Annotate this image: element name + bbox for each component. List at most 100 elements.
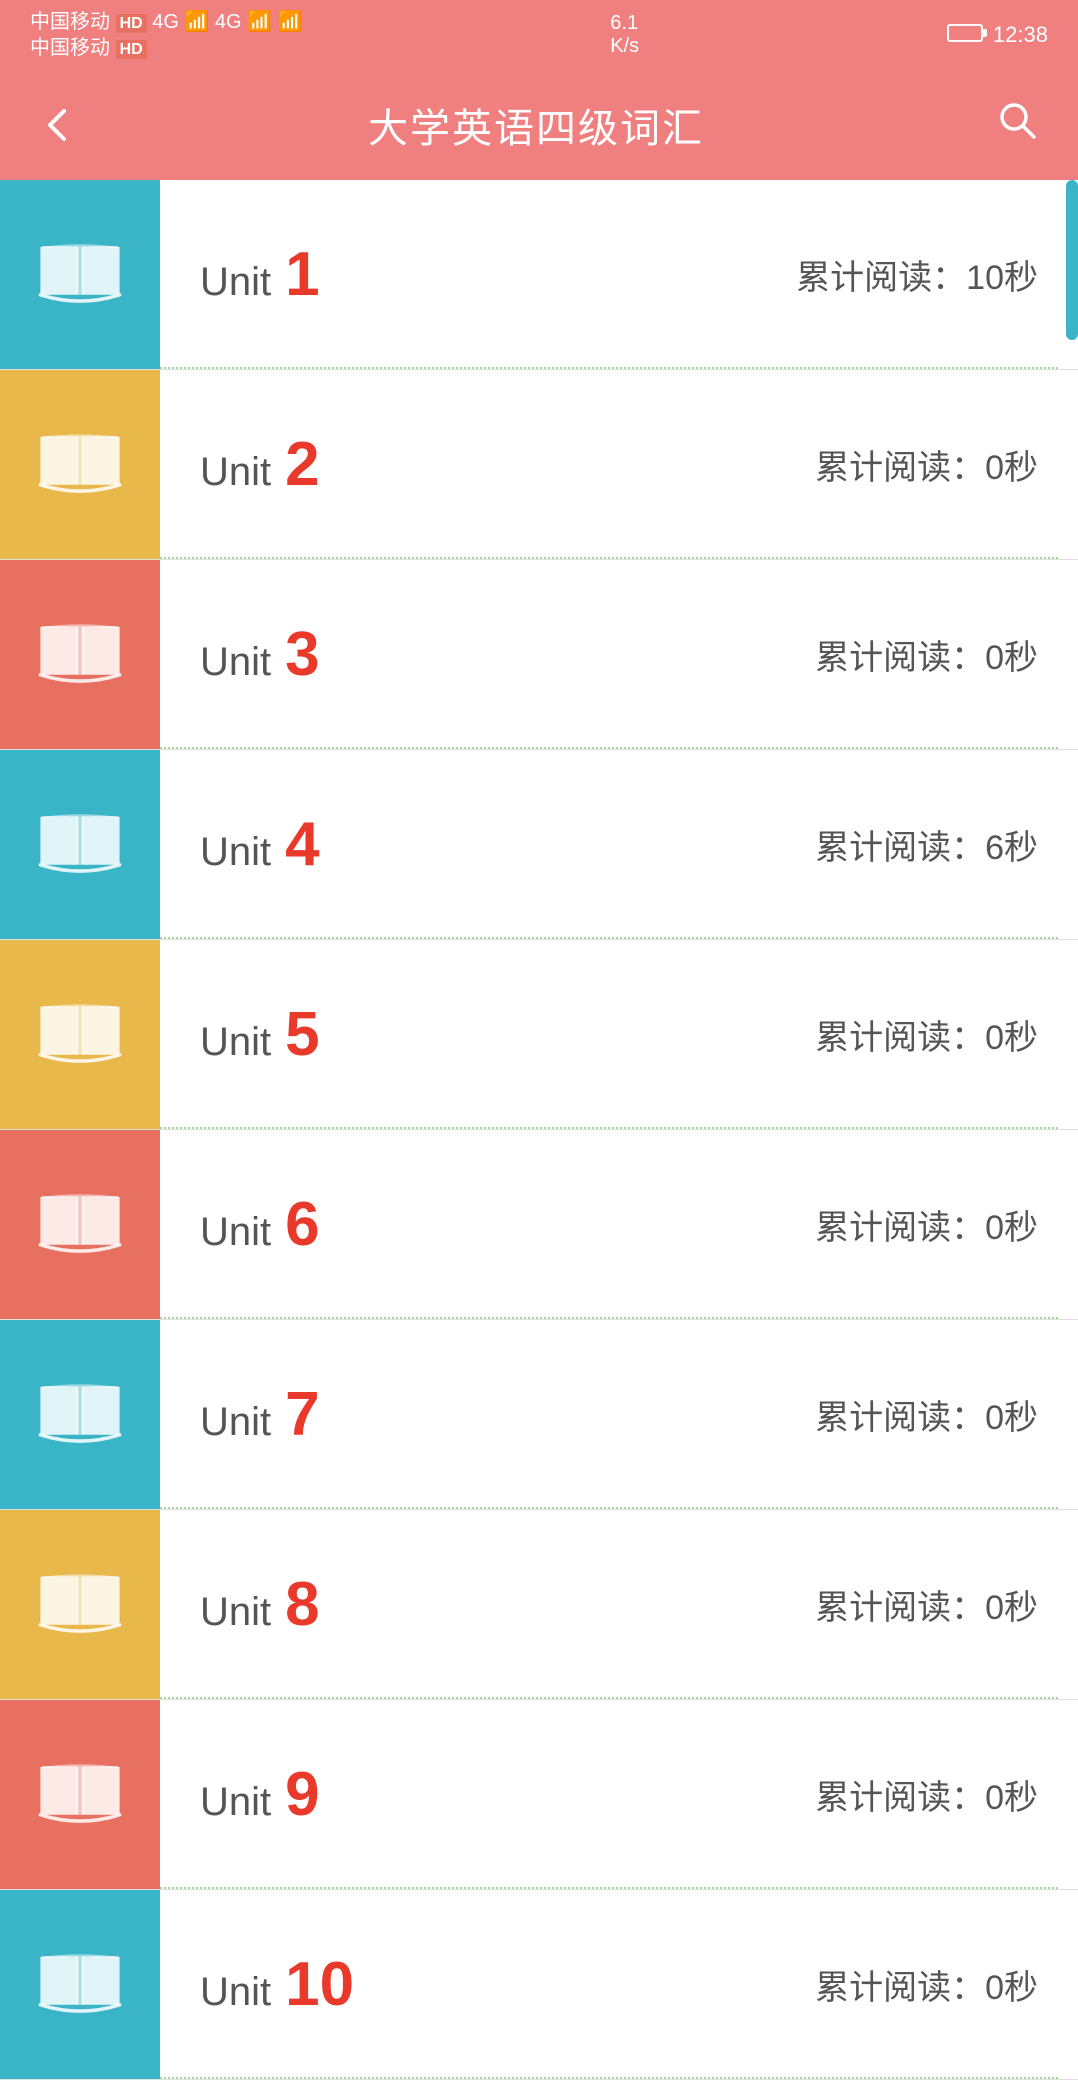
carrier2: 中国移动 HD [30, 35, 303, 61]
unit-item-8[interactable]: Unit 8 累计阅读：0秒 [0, 1510, 1078, 1700]
carrier-info: 中国移动 HD 4G 📶 4G 📶 📶 中国移动 HD [30, 9, 303, 61]
unit-text-1: Unit [200, 260, 271, 305]
unit-content-5: Unit 5 累计阅读：0秒 [160, 940, 1078, 1129]
unit-number-5: 5 [285, 1004, 319, 1066]
unit-content-7: Unit 7 累计阅读：0秒 [160, 1320, 1078, 1509]
unit-icon-2 [0, 370, 160, 559]
unit-item-9[interactable]: Unit 9 累计阅读：0秒 [0, 1700, 1078, 1890]
unit-icon-7 [0, 1320, 160, 1509]
reading-label-4: 累计阅读： [815, 829, 985, 867]
reading-value-2: 0秒 [985, 449, 1038, 487]
page-title: 大学英语四级词汇 [368, 96, 704, 154]
unit-content-10: Unit 10 累计阅读：0秒 [160, 1890, 1078, 2079]
unit-reading-4: 累计阅读：6秒 [815, 820, 1038, 869]
reading-value-6: 0秒 [985, 1209, 1038, 1247]
reading-value-4: 6秒 [985, 829, 1038, 867]
unit-reading-9: 累计阅读：0秒 [815, 1770, 1038, 1819]
unit-icon-8 [0, 1510, 160, 1699]
unit-text-3: Unit [200, 640, 271, 685]
reading-label-8: 累计阅读： [815, 1589, 985, 1627]
reading-value-10: 0秒 [985, 1969, 1038, 2007]
unit-reading-2: 累计阅读：0秒 [815, 440, 1038, 489]
battery-indicator [947, 22, 983, 48]
back-button[interactable] [40, 107, 76, 143]
unit-icon-1 [0, 180, 160, 369]
unit-number-4: 4 [285, 814, 319, 876]
unit-number-7: 7 [285, 1384, 319, 1446]
unit-content-8: Unit 8 累计阅读：0秒 [160, 1510, 1078, 1699]
unit-text-9: Unit [200, 1780, 271, 1825]
reading-label-5: 累计阅读： [815, 1019, 985, 1057]
unit-icon-6 [0, 1130, 160, 1319]
reading-label-1: 累计阅读： [796, 259, 966, 297]
unit-list: Unit 1 累计阅读：10秒 Unit 2 累计阅读：0秒 [0, 180, 1078, 2080]
unit-item-5[interactable]: Unit 5 累计阅读：0秒 [0, 940, 1078, 1130]
unit-list-wrapper: Unit 1 累计阅读：10秒 Unit 2 累计阅读：0秒 [0, 180, 1078, 2080]
unit-label-8: Unit 8 [200, 1574, 320, 1636]
unit-content-4: Unit 4 累计阅读：6秒 [160, 750, 1078, 939]
unit-label-10: Unit 10 [200, 1954, 354, 2016]
unit-item-6[interactable]: Unit 6 累计阅读：0秒 [0, 1130, 1078, 1320]
reading-value-8: 0秒 [985, 1589, 1038, 1627]
unit-content-3: Unit 3 累计阅读：0秒 [160, 560, 1078, 749]
unit-item-3[interactable]: Unit 3 累计阅读：0秒 [0, 560, 1078, 750]
unit-text-10: Unit [200, 1970, 271, 2015]
unit-content-9: Unit 9 累计阅读：0秒 [160, 1700, 1078, 1889]
unit-label-7: Unit 7 [200, 1384, 320, 1446]
unit-number-9: 9 [285, 1764, 319, 1826]
carrier1: 中国移动 HD 4G 📶 4G 📶 📶 [30, 9, 303, 35]
unit-content-6: Unit 6 累计阅读：0秒 [160, 1130, 1078, 1319]
unit-label-2: Unit 2 [200, 434, 320, 496]
unit-content-2: Unit 2 累计阅读：0秒 [160, 370, 1078, 559]
unit-label-6: Unit 6 [200, 1194, 320, 1256]
reading-label-7: 累计阅读： [815, 1399, 985, 1437]
battery-time: 12:38 [947, 22, 1048, 48]
reading-label-6: 累计阅读： [815, 1209, 985, 1247]
reading-value-9: 0秒 [985, 1779, 1038, 1817]
unit-reading-3: 累计阅读：0秒 [815, 630, 1038, 679]
unit-text-4: Unit [200, 830, 271, 875]
unit-icon-9 [0, 1700, 160, 1889]
unit-number-3: 3 [285, 624, 319, 686]
unit-item-7[interactable]: Unit 7 累计阅读：0秒 [0, 1320, 1078, 1510]
reading-label-3: 累计阅读： [815, 639, 985, 677]
reading-label-2: 累计阅读： [815, 449, 985, 487]
unit-reading-6: 累计阅读：0秒 [815, 1200, 1038, 1249]
reading-value-3: 0秒 [985, 639, 1038, 677]
unit-content-1: Unit 1 累计阅读：10秒 [160, 180, 1078, 369]
time-display: 12:38 [993, 22, 1048, 48]
unit-reading-7: 累计阅读：0秒 [815, 1390, 1038, 1439]
unit-text-7: Unit [200, 1400, 271, 1445]
unit-number-1: 1 [285, 244, 319, 306]
unit-reading-8: 累计阅读：0秒 [815, 1580, 1038, 1629]
reading-label-10: 累计阅读： [815, 1969, 985, 2007]
unit-icon-5 [0, 940, 160, 1129]
status-bar: 中国移动 HD 4G 📶 4G 📶 📶 中国移动 HD 6.1K/s 12:38 [0, 0, 1078, 70]
unit-number-2: 2 [285, 434, 319, 496]
unit-label-4: Unit 4 [200, 814, 320, 876]
unit-text-2: Unit [200, 450, 271, 495]
unit-item-10[interactable]: Unit 10 累计阅读：0秒 [0, 1890, 1078, 2080]
unit-item-2[interactable]: Unit 2 累计阅读：0秒 [0, 370, 1078, 560]
unit-text-8: Unit [200, 1590, 271, 1635]
unit-label-9: Unit 9 [200, 1764, 320, 1826]
network-speed: 6.1K/s [610, 12, 639, 58]
unit-icon-3 [0, 560, 160, 749]
unit-number-6: 6 [285, 1194, 319, 1256]
unit-reading-10: 累计阅读：0秒 [815, 1960, 1038, 2009]
unit-text-5: Unit [200, 1020, 271, 1065]
unit-item-1[interactable]: Unit 1 累计阅读：10秒 [0, 180, 1078, 370]
unit-number-8: 8 [285, 1574, 319, 1636]
unit-label-3: Unit 3 [200, 624, 320, 686]
unit-label-5: Unit 5 [200, 1004, 320, 1066]
app-header: 大学英语四级词汇 [0, 70, 1078, 180]
unit-icon-10 [0, 1890, 160, 2079]
unit-text-6: Unit [200, 1210, 271, 1255]
unit-icon-4 [0, 750, 160, 939]
search-button[interactable] [996, 99, 1038, 151]
unit-reading-5: 累计阅读：0秒 [815, 1010, 1038, 1059]
unit-number-10: 10 [285, 1954, 354, 2016]
unit-label-1: Unit 1 [200, 244, 320, 306]
unit-item-4[interactable]: Unit 4 累计阅读：6秒 [0, 750, 1078, 940]
reading-value-1: 10秒 [966, 259, 1038, 297]
